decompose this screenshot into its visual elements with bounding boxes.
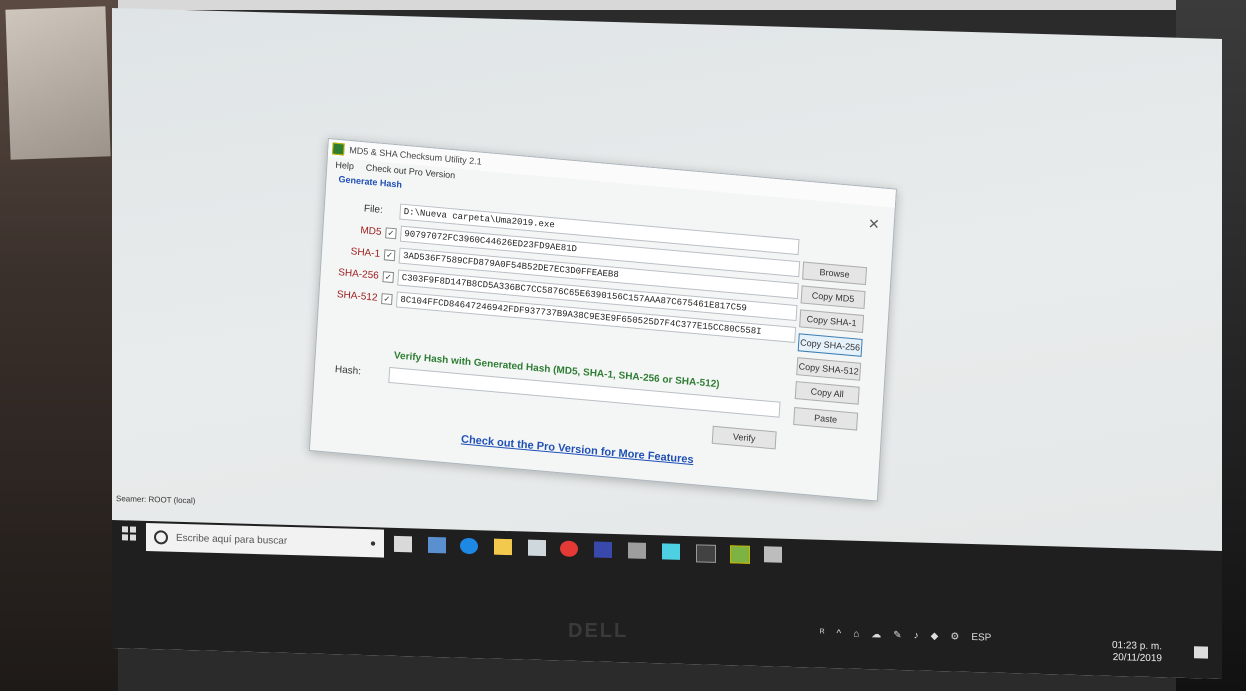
md5-label: MD5 xyxy=(360,224,382,238)
hash-label: Hash: xyxy=(334,364,362,378)
notepad-icon[interactable] xyxy=(662,543,680,560)
people-icon[interactable]: ᴿ xyxy=(820,628,825,639)
sha256-checkbox[interactable]: ✓ xyxy=(382,270,395,283)
paper-on-wall xyxy=(5,6,111,160)
verify-button[interactable]: Verify xyxy=(711,425,777,450)
sha256-label: SHA-256 xyxy=(337,266,380,282)
file-label: File: xyxy=(363,202,384,216)
menu-help[interactable]: Help xyxy=(335,160,354,172)
search-placeholder: Escribe aquí para buscar xyxy=(176,532,288,547)
visual-studio-icon[interactable] xyxy=(594,541,612,558)
checksum-utility-window: MD5 & SHA Checksum Utility 2.1 ✕ Help Ch… xyxy=(308,138,897,502)
taskbar-clock[interactable]: 01:23 p. m. 20/11/2019 xyxy=(1112,640,1162,665)
close-icon[interactable]: ✕ xyxy=(867,215,881,233)
volume-icon[interactable]: ♪ xyxy=(914,630,919,641)
chevron-up-icon[interactable]: ^ xyxy=(837,628,842,639)
copy-md5-button[interactable]: Copy MD5 xyxy=(800,285,866,310)
settings-icon[interactable]: ⚙ xyxy=(950,631,959,642)
copy-all-button[interactable]: Copy All xyxy=(794,381,860,405)
file-explorer-icon[interactable] xyxy=(494,538,512,556)
sha512-label: SHA-512 xyxy=(336,288,378,304)
cortana-icon xyxy=(154,530,168,545)
sha512-checkbox[interactable]: ✓ xyxy=(381,292,393,305)
paste-button[interactable]: Paste xyxy=(793,406,859,431)
taskbar-search-box[interactable]: Escribe aquí para buscar ● xyxy=(146,522,384,558)
desktop-corner-label: Seamer: ROOT (local) xyxy=(116,494,196,506)
chrome-icon[interactable] xyxy=(560,540,578,558)
tools-icon[interactable] xyxy=(628,542,646,559)
store-icon[interactable] xyxy=(428,536,446,554)
command-prompt-icon[interactable] xyxy=(696,544,716,563)
onedrive-icon[interactable]: ☁ xyxy=(871,629,881,640)
room-background xyxy=(0,0,118,691)
notifications-icon[interactable] xyxy=(1194,646,1208,659)
dropbox-icon[interactable]: ◆ xyxy=(931,631,939,642)
dell-logo: DELL xyxy=(568,620,629,642)
mail-icon[interactable] xyxy=(528,539,546,557)
pro-version-link[interactable]: Check out the Pro Version for More Featu… xyxy=(461,433,694,466)
app-icon xyxy=(332,142,345,156)
sha1-label: SHA-1 xyxy=(350,245,381,260)
copy-sha512-button[interactable]: Copy SHA-512 xyxy=(796,357,862,381)
task-view-icon[interactable] xyxy=(394,535,412,553)
edge-browser-icon[interactable] xyxy=(460,537,478,555)
clock-date: 20/11/2019 xyxy=(1112,651,1162,665)
calculator-icon[interactable] xyxy=(764,546,782,563)
language-indicator[interactable]: ESP xyxy=(971,632,991,644)
system-tray: ᴿ ^ ⌂ ☁ ✎ ♪ ◆ ⚙ ESP xyxy=(820,628,991,644)
browse-button[interactable]: Browse xyxy=(802,261,868,286)
pen-icon[interactable]: ✎ xyxy=(893,630,901,641)
md5-checkbox[interactable]: ✓ xyxy=(385,226,397,239)
photo-top-edge xyxy=(0,0,1246,10)
microphone-icon[interactable]: ● xyxy=(370,538,376,549)
copy-sha1-button[interactable]: Copy SHA-1 xyxy=(799,309,865,333)
sha1-checkbox[interactable]: ✓ xyxy=(383,248,396,261)
copy-sha256-button[interactable]: Copy SHA-256 xyxy=(797,333,863,357)
windows-start-icon[interactable] xyxy=(122,526,136,541)
taskbar: Escribe aquí para buscar ● ᴿ ^ ⌂ ☁ ✎ ♪ ◆… xyxy=(112,520,1222,680)
checksum-utility-taskbar-icon[interactable] xyxy=(730,545,750,564)
network-icon[interactable]: ⌂ xyxy=(853,629,859,640)
monitor-screen: MD5 & SHA Checksum Utility 2.1 ✕ Help Ch… xyxy=(112,8,1222,680)
